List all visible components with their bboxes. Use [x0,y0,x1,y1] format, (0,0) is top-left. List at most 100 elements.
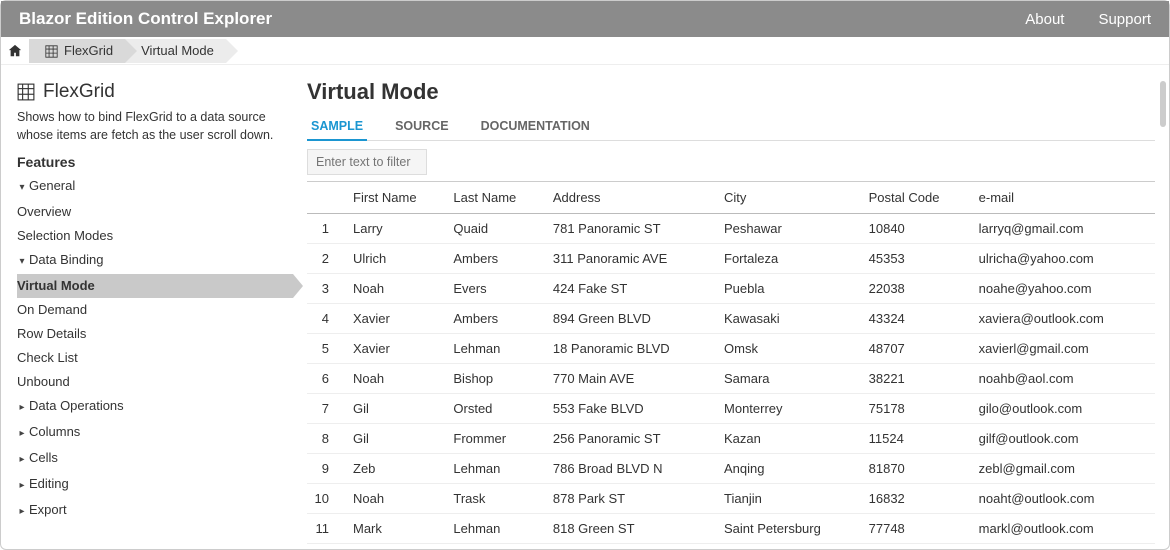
cell-idx[interactable]: 3 [307,274,347,304]
cell-postal[interactable]: 43324 [863,304,973,334]
tab-source[interactable]: SOURCE [391,113,452,140]
cell-postal[interactable]: 45353 [863,244,973,274]
cell-first[interactable]: Gil [347,424,447,454]
tab-sample[interactable]: SAMPLE [307,113,367,141]
cell-email[interactable]: xaviera@outlook.com [973,304,1155,334]
col-last-name[interactable]: Last Name [447,182,546,214]
page-scrollbar-thumb[interactable] [1160,81,1166,127]
cell-idx[interactable]: 10 [307,484,347,514]
tree-data-binding[interactable]: Data Binding [17,248,281,274]
cell-city[interactable]: Kazan [718,424,863,454]
cell-addr[interactable]: 311 Panoramic AVE [547,244,718,274]
tree-on-demand[interactable]: On Demand [17,298,281,322]
cell-idx[interactable]: 6 [307,364,347,394]
home-icon[interactable] [1,44,29,58]
col-address[interactable]: Address [547,182,718,214]
tree-selection-modes[interactable]: Selection Modes [17,224,281,248]
cell-first[interactable]: Ulrich [347,244,447,274]
cell-postal[interactable]: 48707 [863,334,973,364]
cell-email[interactable]: markl@outlook.com [973,514,1155,544]
cell-postal[interactable]: 77748 [863,514,973,544]
tree-cells[interactable]: Cells [17,446,281,472]
grid-scroll[interactable]: First Name Last Name Address City Postal… [307,181,1155,549]
cell-addr[interactable]: 770 Main AVE [547,364,718,394]
cell-postal[interactable]: 81870 [863,454,973,484]
cell-last[interactable]: Orsted [447,394,546,424]
col-city[interactable]: City [718,182,863,214]
tree-check-list[interactable]: Check List [17,346,281,370]
table-row[interactable]: 11MarkLehman818 Green STSaint Petersburg… [307,514,1155,544]
tree-editing[interactable]: Editing [17,472,281,498]
cell-addr[interactable]: 18 Panoramic BLVD [547,334,718,364]
tree-general[interactable]: General [17,174,281,200]
table-row[interactable]: 4XavierAmbers894 Green BLVDKawasaki43324… [307,304,1155,334]
cell-first[interactable]: Mark [347,514,447,544]
cell-last[interactable]: Lehman [447,514,546,544]
tab-documentation[interactable]: DOCUMENTATION [477,113,594,140]
col-first-name[interactable]: First Name [347,182,447,214]
cell-postal[interactable]: 38221 [863,364,973,394]
cell-first[interactable]: Gil [347,394,447,424]
breadcrumb-flexgrid[interactable]: FlexGrid [29,39,125,63]
cell-city[interactable]: Peshawar [718,214,863,244]
tree-data-operations[interactable]: Data Operations [17,394,281,420]
cell-postal[interactable]: 22038 [863,274,973,304]
cell-first[interactable]: Larry [347,214,447,244]
cell-addr[interactable]: 424 Fake ST [547,274,718,304]
cell-city[interactable]: Tianjin [718,484,863,514]
cell-addr[interactable]: 256 Panoramic ST [547,424,718,454]
cell-email[interactable]: noahb@aol.com [973,364,1155,394]
cell-email[interactable]: gilf@outlook.com [973,424,1155,454]
cell-last[interactable]: Ambers [447,304,546,334]
cell-last[interactable]: Lehman [447,334,546,364]
cell-last[interactable]: Bishop [447,364,546,394]
cell-idx[interactable]: 2 [307,244,347,274]
cell-city[interactable]: Puebla [718,274,863,304]
cell-addr[interactable]: 878 Park ST [547,484,718,514]
filter-input[interactable] [307,149,427,175]
cell-last[interactable]: Trask [447,484,546,514]
table-row[interactable]: 5XavierLehman18 Panoramic BLVDOmsk48707x… [307,334,1155,364]
table-row[interactable]: 8GilFrommer256 Panoramic STKazan11524gil… [307,424,1155,454]
cell-addr[interactable]: 781 Panoramic ST [547,214,718,244]
cell-postal[interactable]: 10840 [863,214,973,244]
cell-email[interactable]: noaht@outlook.com [973,484,1155,514]
cell-city[interactable]: Saint Petersburg [718,514,863,544]
support-link[interactable]: Support [1098,11,1151,28]
col-postal[interactable]: Postal Code [863,182,973,214]
cell-email[interactable]: xavierl@gmail.com [973,334,1155,364]
table-row[interactable]: 7GilOrsted553 Fake BLVDMonterrey75178gil… [307,394,1155,424]
table-row[interactable]: 1LarryQuaid781 Panoramic STPeshawar10840… [307,214,1155,244]
cell-postal[interactable]: 16832 [863,484,973,514]
cell-city[interactable]: Omsk [718,334,863,364]
cell-last[interactable]: Quaid [447,214,546,244]
tree-export[interactable]: Export [17,498,281,524]
tree-overview[interactable]: Overview [17,200,281,224]
cell-first[interactable]: Noah [347,364,447,394]
cell-city[interactable]: Fortaleza [718,244,863,274]
table-row[interactable]: 9ZebLehman786 Broad BLVD NAnqing81870zeb… [307,454,1155,484]
cell-last[interactable]: Lehman [447,454,546,484]
cell-first[interactable]: Noah [347,484,447,514]
tree-unbound[interactable]: Unbound [17,370,281,394]
col-index[interactable] [307,182,347,214]
cell-first[interactable]: Zeb [347,454,447,484]
cell-postal[interactable]: 11524 [863,424,973,454]
table-row[interactable]: 2UlrichAmbers311 Panoramic AVEFortaleza4… [307,244,1155,274]
table-row[interactable]: 3NoahEvers424 Fake STPuebla22038noahe@ya… [307,274,1155,304]
cell-first[interactable]: Xavier [347,304,447,334]
cell-idx[interactable]: 9 [307,454,347,484]
cell-city[interactable]: Samara [718,364,863,394]
tree-virtual-mode[interactable]: Virtual Mode [17,274,293,298]
cell-idx[interactable]: 5 [307,334,347,364]
cell-idx[interactable]: 11 [307,514,347,544]
cell-first[interactable]: Noah [347,274,447,304]
cell-idx[interactable]: 7 [307,394,347,424]
cell-city[interactable]: Anqing [718,454,863,484]
cell-addr[interactable]: 786 Broad BLVD N [547,454,718,484]
cell-city[interactable]: Kawasaki [718,304,863,334]
cell-email[interactable]: gilo@outlook.com [973,394,1155,424]
table-row[interactable]: 10NoahTrask878 Park STTianjin16832noaht@… [307,484,1155,514]
cell-addr[interactable]: 553 Fake BLVD [547,394,718,424]
cell-addr[interactable]: 818 Green ST [547,514,718,544]
